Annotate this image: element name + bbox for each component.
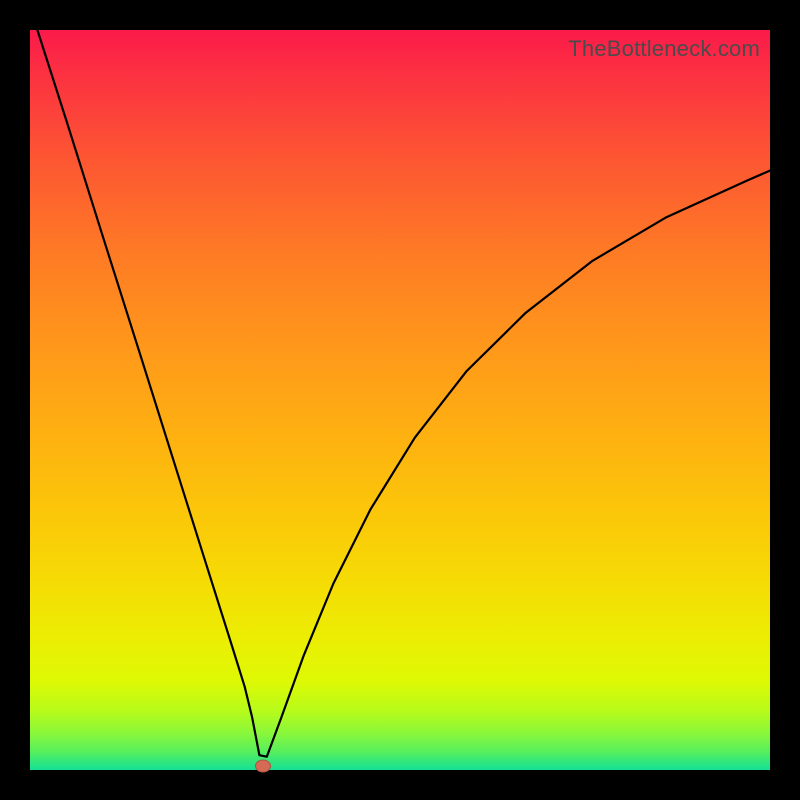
bottleneck-curve <box>30 30 770 770</box>
chart-frame: TheBottleneck.com <box>0 0 800 800</box>
minimum-marker <box>255 759 271 772</box>
plot-area: TheBottleneck.com <box>30 30 770 770</box>
